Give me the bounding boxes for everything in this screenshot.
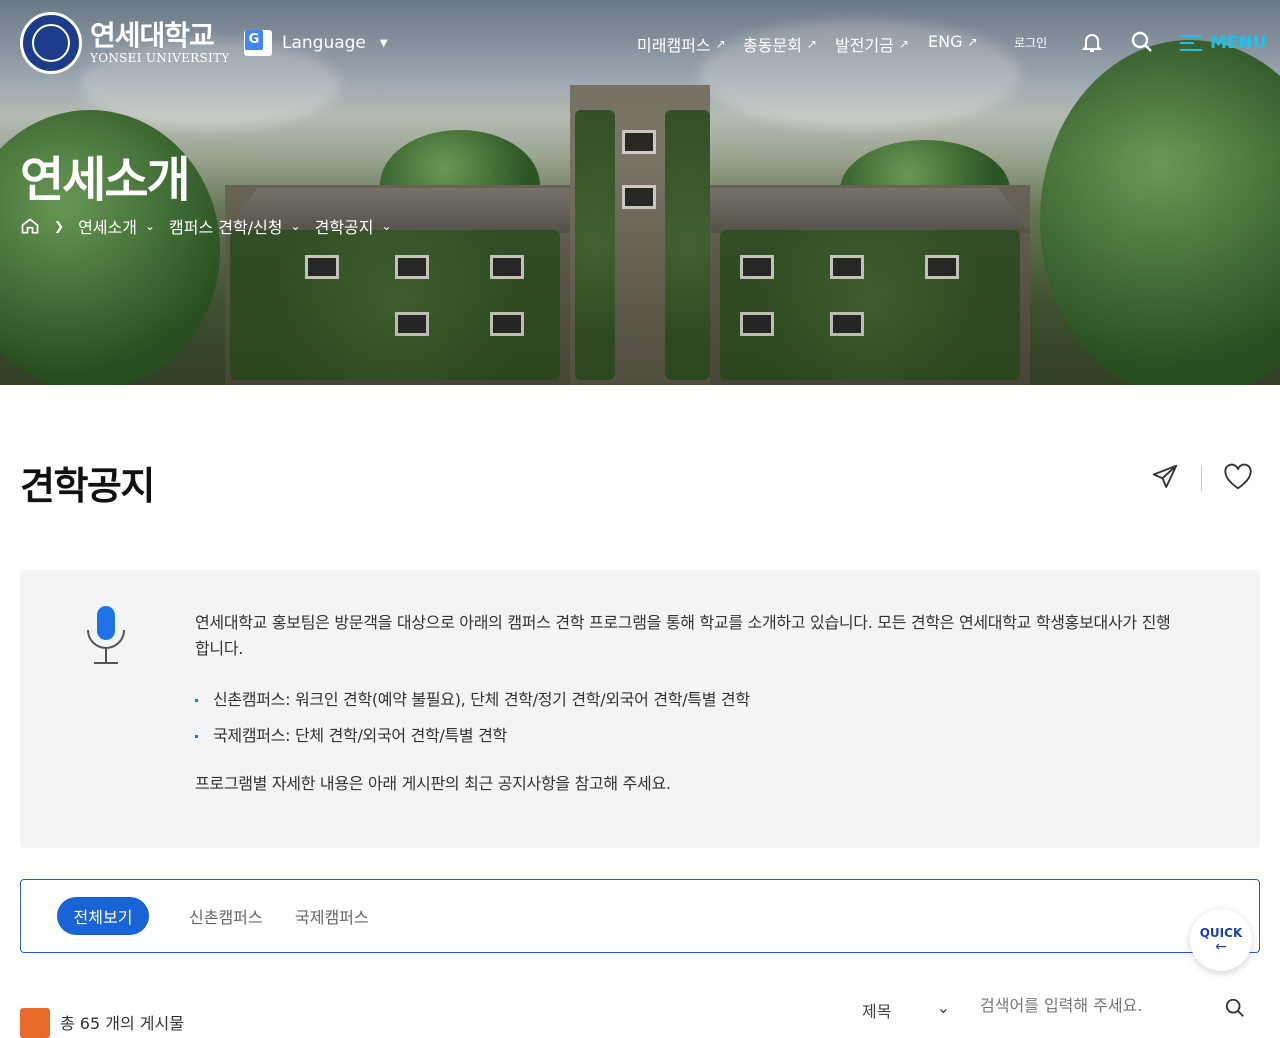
external-link-icon: ↗: [715, 37, 726, 51]
nav-label: 미래캠퍼스: [637, 36, 711, 55]
list-item: 국제캠퍼스: 단체 견학/외국어 견학/특별 견학: [195, 718, 750, 754]
yonsei-emblem-icon: [20, 12, 82, 74]
nav-alumni[interactable]: 총동문회 ↗: [743, 32, 817, 56]
caret-down-icon: ▼: [379, 37, 388, 49]
post-count: 총 65 개의 게시물: [60, 1014, 184, 1033]
chevron-down-icon: ⌄: [381, 219, 392, 233]
microphone-icon: [87, 606, 125, 664]
quick-label: QUICK: [1199, 926, 1243, 940]
info-intro: 연세대학교 홍보팀은 방문객을 대상으로 아래의 캠퍼스 견학 프로그램을 통해…: [195, 613, 1171, 658]
login-link[interactable]: 로그인: [1014, 34, 1047, 51]
rss-icon[interactable]: [20, 1008, 50, 1038]
external-link-icon: ↗: [806, 37, 817, 51]
list-item: 신촌캠퍼스: 워크인 견학(예약 불필요), 단체 견학/정기 견학/외국어 견…: [195, 682, 750, 718]
external-link-icon: ↗: [898, 37, 909, 51]
campus-tabs: 전체보기 신촌캠퍼스 국제캠퍼스: [20, 879, 1260, 953]
breadcrumb-item[interactable]: 연세소개 ⌄: [78, 214, 155, 238]
chevron-down-icon: ⌄: [144, 219, 156, 233]
tab-international[interactable]: 국제캠퍼스: [295, 897, 369, 935]
language-selector[interactable]: Language ▼: [244, 30, 388, 56]
nav-label: 발전기금: [835, 36, 894, 55]
chevron-down-icon: ⌄: [936, 998, 950, 1017]
chevron-right-icon: ❯: [54, 219, 65, 233]
heart-icon[interactable]: [1223, 463, 1253, 491]
nav-future-campus[interactable]: 미래캠퍼스 ↗: [637, 32, 726, 56]
menu-button[interactable]: MENU: [1180, 30, 1267, 56]
divider: [1201, 465, 1202, 491]
nav-label: 총동문회: [743, 36, 802, 55]
chevron-down-icon: ⌄: [290, 219, 301, 233]
breadcrumb-label: 연세소개: [78, 218, 137, 237]
search-icon[interactable]: [1130, 30, 1154, 54]
tab-all[interactable]: 전체보기: [57, 897, 149, 935]
bell-icon[interactable]: [1080, 30, 1104, 54]
nav-english[interactable]: ENG ↗: [928, 32, 978, 51]
search-input[interactable]: [980, 996, 1220, 1015]
language-label: Language: [282, 33, 366, 53]
info-bullet-list: 신촌캠퍼스: 워크인 견학(예약 불필요), 단체 견학/정기 견학/외국어 견…: [195, 682, 750, 754]
hero-title: 연세소개: [20, 152, 191, 208]
site-logo[interactable]: 연세대학교 YONSEI UNIVERSITY: [20, 12, 230, 74]
share-icon[interactable]: [1150, 462, 1180, 492]
logo-english: YONSEI UNIVERSITY: [90, 51, 230, 65]
quick-menu-button[interactable]: QUICK ←: [1190, 909, 1252, 971]
hamburger-icon: [1180, 30, 1202, 56]
tab-sinchon[interactable]: 신촌캠퍼스: [189, 897, 263, 935]
page-title: 견학공지: [20, 464, 155, 508]
search-icon[interactable]: [1224, 997, 1246, 1019]
external-link-icon: ↗: [967, 34, 978, 49]
search-field-select[interactable]: 제목 ⌄: [862, 998, 950, 1022]
logo-korean: 연세대학교: [90, 19, 215, 52]
breadcrumb-label: 캠퍼스 견학/신청: [169, 218, 283, 237]
breadcrumb: ❯ 연세소개 ⌄ 캠퍼스 견학/신청 ⌄ 견학공지 ⌄: [20, 214, 392, 238]
breadcrumb-item[interactable]: 캠퍼스 견학/신청 ⌄: [169, 214, 301, 238]
arrow-left-icon: ←: [1215, 939, 1227, 955]
search-field-value: 제목: [862, 1002, 892, 1021]
home-icon[interactable]: [20, 216, 40, 236]
nav-development-fund[interactable]: 발전기금 ↗: [835, 32, 909, 56]
google-translate-icon: [244, 30, 272, 56]
info-footer: 프로그램별 자세한 내용은 아래 게시판의 최근 공지사항을 참고해 주세요.: [195, 774, 671, 793]
nav-label: ENG: [928, 32, 963, 51]
breadcrumb-item[interactable]: 견학공지 ⌄: [315, 214, 392, 238]
breadcrumb-label: 견학공지: [314, 218, 374, 237]
menu-label: MENU: [1210, 33, 1267, 53]
